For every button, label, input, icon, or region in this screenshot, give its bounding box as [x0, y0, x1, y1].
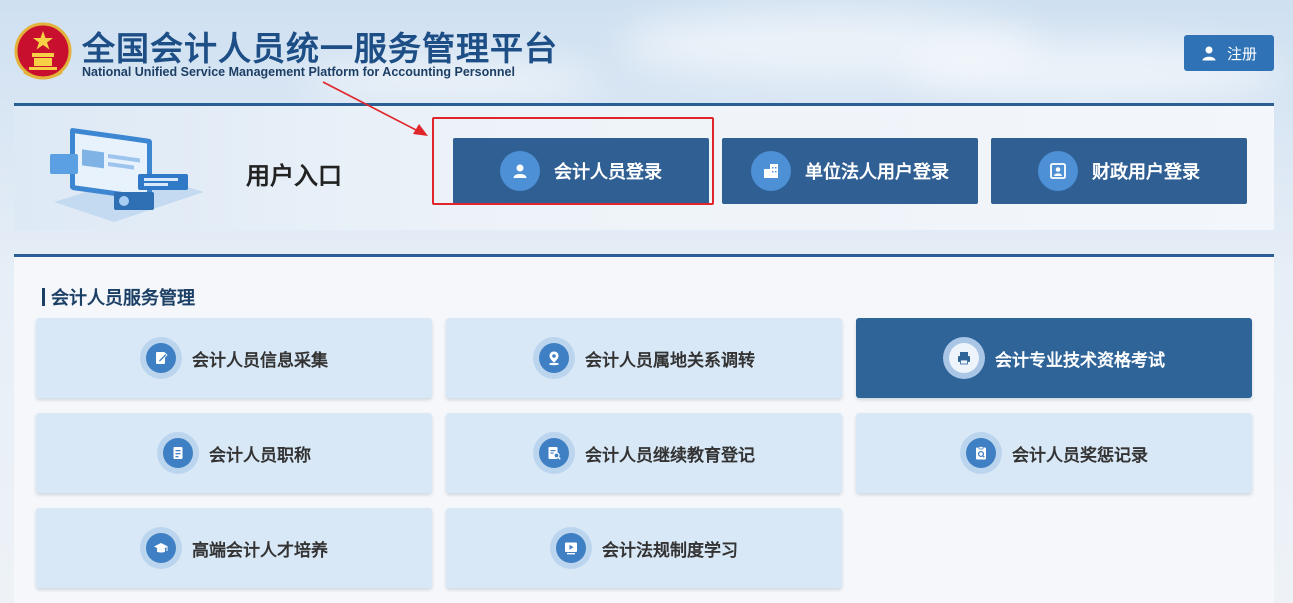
user-entry-panel: 用户入口 会计人员登录 单位法人用户登录 财政用户登录 — [14, 103, 1274, 230]
person-icon — [500, 151, 540, 191]
login-label: 单位法人用户登录 — [805, 162, 949, 183]
user-icon — [1202, 46, 1216, 61]
site-title: 全国会计人员统一服务管理平台 — [82, 29, 558, 68]
services-panel: 会计人员服务管理 会计人员信息采集 会计人员属地关系调转 会计专业技术资格考试 … — [14, 254, 1274, 603]
service-label: 会计人员职称 — [209, 445, 311, 466]
service-professional-title[interactable]: 会计人员职称 — [36, 413, 432, 493]
service-rewards-penalties[interactable]: 会计人员奖惩记录 — [856, 413, 1252, 493]
site-subtitle: National Unified Service Management Plat… — [82, 65, 515, 79]
service-territorial-transfer[interactable]: 会计人员属地关系调转 — [446, 318, 842, 398]
login-label: 会计人员登录 — [554, 162, 662, 183]
document-icon — [157, 432, 199, 474]
header: 全国会计人员统一服务管理平台 National Unified Service … — [0, 0, 1293, 96]
printer-icon — [943, 337, 985, 379]
id-card-icon — [1038, 151, 1078, 191]
service-label: 会计人员属地关系调转 — [585, 350, 755, 371]
computer-illustration-icon — [50, 128, 204, 222]
service-label: 会计专业技术资格考试 — [995, 350, 1165, 371]
service-regulation-study[interactable]: 会计法规制度学习 — [446, 508, 842, 588]
service-label: 会计人员继续教育登记 — [585, 445, 755, 466]
accountant-login-button[interactable]: 会计人员登录 — [453, 138, 709, 204]
services-title-text: 会计人员服务管理 — [51, 288, 195, 309]
national-emblem-icon — [14, 22, 72, 80]
service-label: 高端会计人才培养 — [192, 540, 328, 561]
map-pin-icon — [533, 337, 575, 379]
legal-entity-login-button[interactable]: 单位法人用户登录 — [722, 138, 978, 204]
register-button[interactable]: 注册 — [1184, 35, 1274, 71]
register-label: 注册 — [1226, 44, 1257, 63]
service-label: 会计人员信息采集 — [192, 350, 328, 371]
service-label: 会计法规制度学习 — [602, 540, 738, 561]
edit-document-icon — [140, 337, 182, 379]
building-icon — [751, 151, 791, 191]
login-label: 财政用户登录 — [1092, 162, 1200, 183]
service-qualification-exam[interactable]: 会计专业技术资格考试 — [856, 318, 1252, 398]
service-info-collection[interactable]: 会计人员信息采集 — [36, 318, 432, 398]
service-continuing-education[interactable]: 会计人员继续教育登记 — [446, 413, 842, 493]
graduation-cap-icon — [140, 527, 182, 569]
clipboard-search-icon — [960, 432, 1002, 474]
entry-title: 用户入口 — [246, 162, 342, 190]
title-bar — [42, 288, 45, 306]
play-video-icon — [550, 527, 592, 569]
services-title: 会计人员服务管理 — [42, 284, 195, 310]
finance-user-login-button[interactable]: 财政用户登录 — [991, 138, 1247, 204]
document-search-icon — [533, 432, 575, 474]
service-talent-training[interactable]: 高端会计人才培养 — [36, 508, 432, 588]
service-label: 会计人员奖惩记录 — [1012, 445, 1148, 466]
